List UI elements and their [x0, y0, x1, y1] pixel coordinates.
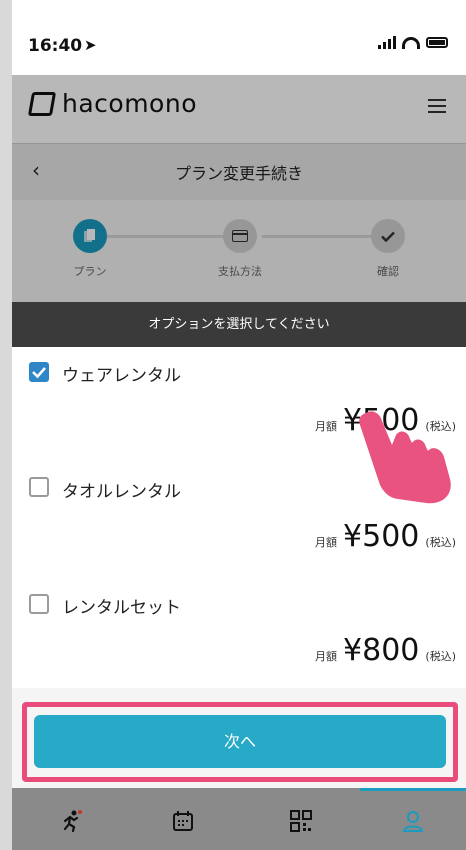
option-name: ウェアレンタル — [62, 366, 181, 386]
modal-actions: 次へ 戻る — [12, 688, 466, 808]
qr-code-icon[interactable] — [286, 806, 316, 836]
battery-icon — [426, 37, 448, 48]
option-price: 月額 ¥800 (税込) — [315, 633, 456, 668]
active-tab-indicator — [360, 788, 466, 791]
status-icons — [378, 36, 448, 49]
checkbox-unchecked-icon[interactable] — [29, 477, 49, 497]
calendar-icon[interactable] — [168, 806, 198, 836]
price-label: 月額 — [315, 650, 338, 663]
price-tax: (税込) — [425, 536, 456, 549]
run-icon[interactable] — [56, 806, 86, 836]
pointing-hand-icon — [352, 405, 462, 509]
price-label: 月額 — [315, 420, 338, 433]
checkbox-checked-icon[interactable] — [29, 362, 49, 382]
option-item-set[interactable]: レンタルセット 月額 ¥800 (税込) — [12, 580, 466, 688]
cell-signal-icon — [378, 36, 396, 49]
option-name: レンタルセット — [62, 598, 181, 618]
location-arrow-icon: ➤ — [84, 36, 97, 54]
next-button[interactable]: 次へ — [34, 715, 446, 768]
status-bar: 16:40 ➤ — [12, 0, 466, 75]
user-icon[interactable] — [398, 806, 428, 836]
bottom-nav — [12, 788, 466, 850]
price-value: ¥800 — [343, 633, 420, 668]
modal-backdrop — [12, 75, 466, 302]
price-label: 月額 — [315, 536, 338, 549]
option-name: タオルレンタル — [62, 482, 181, 502]
price-value: ¥500 — [343, 519, 420, 554]
modal-heading: オプションを選択してください — [12, 302, 466, 347]
option-price: 月額 ¥500 (税込) — [315, 519, 456, 554]
status-time: 16:40 — [28, 36, 83, 56]
wifi-icon — [402, 36, 420, 49]
phone-screen: 16:40 ➤ hacomono ‹ プラン変更手続き プラン 支払方法 確認 … — [12, 0, 466, 850]
checkbox-unchecked-icon[interactable] — [29, 594, 49, 614]
price-tax: (税込) — [425, 650, 456, 663]
